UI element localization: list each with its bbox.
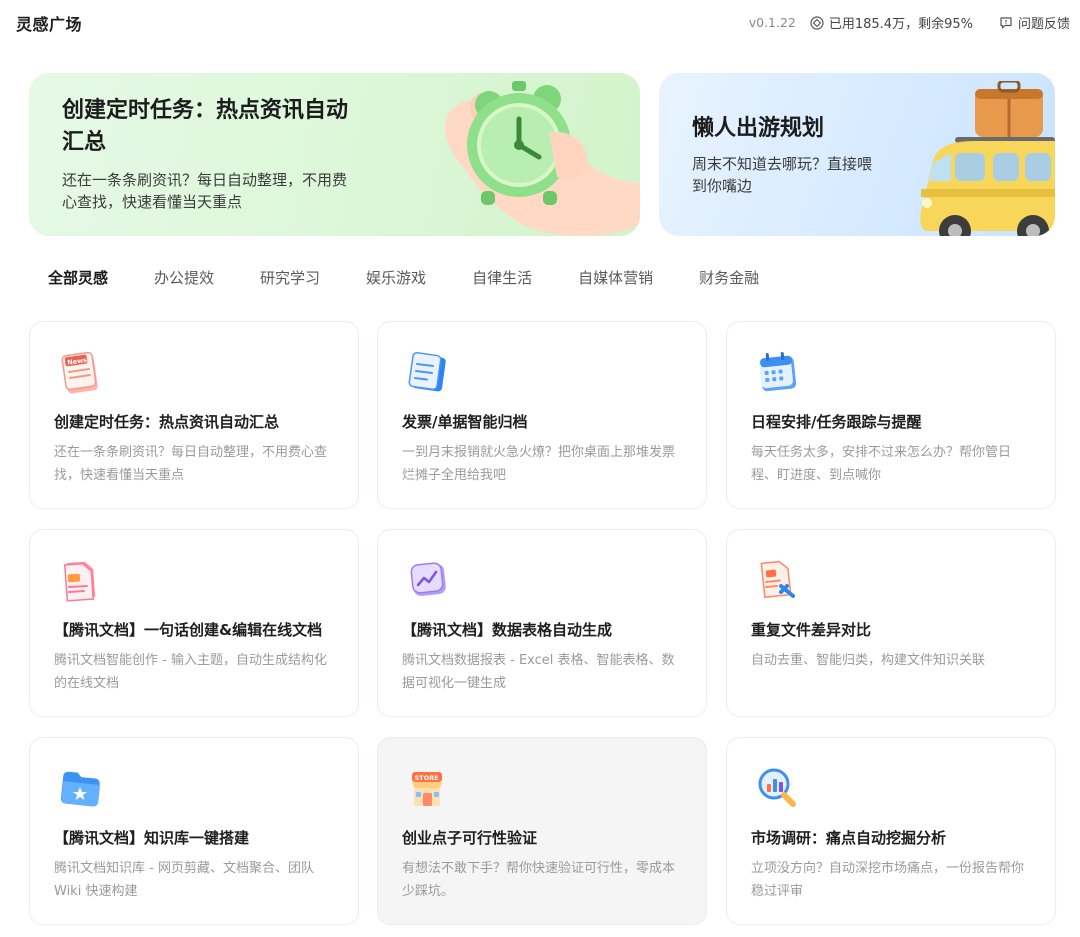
tab-all[interactable]: 全部灵感 bbox=[48, 266, 108, 290]
inspiration-card[interactable]: STORE 创业点子可行性验证 有想法不敢下手？帮你快速验证可行性，零成本少踩坑… bbox=[377, 737, 707, 925]
tab-entertainment[interactable]: 娱乐游戏 bbox=[366, 266, 426, 290]
card-desc: 自动去重、智能归类，构建文件知识关联 bbox=[751, 653, 986, 668]
banner-title: 懒人出游规划 bbox=[692, 116, 825, 141]
top-bar: 灵感广场 v0.1.22 已用185.4万，剩余95% 问题反馈 bbox=[0, 0, 1080, 44]
tab-self-discipline[interactable]: 自律生活 bbox=[472, 266, 532, 290]
card-title: 【腾讯文档】一句话创建&编辑在线文档 bbox=[54, 621, 323, 639]
invoice-icon bbox=[408, 351, 446, 392]
inspiration-card[interactable]: 市场调研：痛点自动挖掘分析 立项没方向？自动深挖市场痛点，一份报告帮你稳过评审 bbox=[726, 737, 1056, 925]
inspiration-card[interactable]: 重复文件差异对比 自动去重、智能归类，构建文件知识关联 bbox=[726, 529, 1056, 717]
card-title: 日程安排/任务跟踪与提醒 bbox=[751, 413, 922, 431]
feedback-icon bbox=[1000, 16, 1012, 29]
card-title: 【腾讯文档】知识库一键搭建 bbox=[54, 829, 250, 847]
document-icon bbox=[63, 561, 96, 602]
quota-icon bbox=[810, 15, 824, 30]
category-tabs: 全部灵感 办公提效 研究学习 娱乐游戏 自律生活 自媒体营销 财务金融 bbox=[48, 266, 805, 290]
card-desc: 每天任务太多，安排不过来怎么办？帮你管日程、盯进度、到点喊你 bbox=[751, 445, 1012, 483]
tab-research[interactable]: 研究学习 bbox=[260, 266, 320, 290]
calendar-icon bbox=[759, 351, 797, 392]
card-desc: 腾讯文档智能创作 - 输入主题，自动生成结构化的在线文档 bbox=[54, 653, 327, 691]
card-desc: 腾讯文档知识库 - 网页剪藏、文档聚合、团队 Wiki 快速构建 bbox=[54, 861, 314, 899]
card-title: 发票/单据智能归档 bbox=[402, 413, 528, 431]
tab-finance[interactable]: 财务金融 bbox=[699, 266, 759, 290]
inspiration-card[interactable]: 【腾讯文档】知识库一键搭建 腾讯文档知识库 - 网页剪藏、文档聚合、团队 Wik… bbox=[29, 737, 359, 925]
compare-file-icon bbox=[760, 560, 795, 599]
feedback-label: 问题反馈 bbox=[1017, 17, 1070, 32]
store-icon: STORE bbox=[412, 772, 442, 806]
banner-desc: 周末不知道去哪玩？直接喂到你嘴边 bbox=[692, 155, 873, 195]
inspiration-card[interactable]: News 创建定时任务：热点资讯自动汇总 还在一条条刷资讯？每日自动整理，不用费… bbox=[29, 321, 359, 509]
quota-text: 已用185.4万，剩余95% bbox=[828, 17, 973, 32]
folder-star-icon bbox=[60, 771, 101, 807]
car-luggage-illustration bbox=[920, 81, 1055, 236]
page-title: 灵感广场 bbox=[16, 15, 83, 34]
card-title: 创业点子可行性验证 bbox=[402, 829, 538, 847]
card-title: 【腾讯文档】数据表格自动生成 bbox=[402, 621, 613, 639]
inspiration-card[interactable]: 【腾讯文档】一句话创建&编辑在线文档 腾讯文档智能创作 - 输入主题，自动生成结… bbox=[29, 529, 359, 717]
banner-title: 创建定时任务：热点资讯自动汇总 bbox=[62, 98, 349, 155]
card-desc: 还在一条条刷资讯？每日自动整理，不用费心查找，快速看懂当天重点 bbox=[54, 445, 328, 483]
card-desc: 腾讯文档数据报表 - Excel 表格、智能表格、数据可视化一键生成 bbox=[402, 653, 675, 691]
banner-scheduled-news[interactable]: 创建定时任务：热点资讯自动汇总 还在一条条刷资讯？每日自动整理，不用费心查找，快… bbox=[29, 73, 640, 236]
store-icon-label: STORE bbox=[415, 774, 439, 782]
card-desc: 有想法不敢下手？帮你快速验证可行性，零成本少踩坑。 bbox=[402, 861, 676, 899]
news-icon: News bbox=[61, 351, 98, 394]
banner-travel-plan[interactable]: 懒人出游规划 周末不知道去哪玩？直接喂到你嘴边 bbox=[659, 73, 1055, 236]
card-title: 重复文件差异对比 bbox=[751, 621, 872, 639]
alarm-clock-hand-illustration bbox=[445, 81, 640, 236]
inspiration-card[interactable]: 日程安排/任务跟踪与提醒 每天任务太多，安排不过来怎么办？帮你管日程、盯进度、到… bbox=[726, 321, 1056, 509]
banner-desc: 还在一条条刷资讯？每日自动整理，不用费心查找，快速看懂当天重点 bbox=[62, 171, 348, 211]
card-title: 创建定时任务：热点资讯自动汇总 bbox=[54, 413, 280, 431]
tab-office[interactable]: 办公提效 bbox=[154, 266, 214, 290]
feedback-button[interactable]: 问题反馈 bbox=[999, 13, 1070, 32]
inspiration-card[interactable]: 发票/单据智能归档 一到月末报销就火急火燎？把你桌面上那堆发票烂摊子全甩给我吧 bbox=[377, 321, 707, 509]
version-label: v0.1.22 bbox=[748, 15, 796, 30]
top-right-info: v0.1.22 已用185.4万，剩余95% 问题反馈 bbox=[749, 13, 1070, 32]
inspiration-card[interactable]: 【腾讯文档】数据表格自动生成 腾讯文档数据报表 - Excel 表格、智能表格、… bbox=[377, 529, 707, 717]
card-desc: 一到月末报销就火急火燎？把你桌面上那堆发票烂摊子全甩给我吧 bbox=[402, 445, 676, 483]
quota-info: 已用185.4万，剩余95% bbox=[810, 13, 973, 32]
tab-media-marketing[interactable]: 自媒体营销 bbox=[578, 266, 653, 290]
card-title: 市场调研：痛点自动挖掘分析 bbox=[751, 829, 947, 847]
magnifier-chart-icon bbox=[758, 768, 796, 807]
chart-window-icon bbox=[410, 562, 446, 596]
card-desc: 立项没方向？自动深挖市场痛点，一份报告帮你稳过评审 bbox=[751, 861, 1025, 899]
